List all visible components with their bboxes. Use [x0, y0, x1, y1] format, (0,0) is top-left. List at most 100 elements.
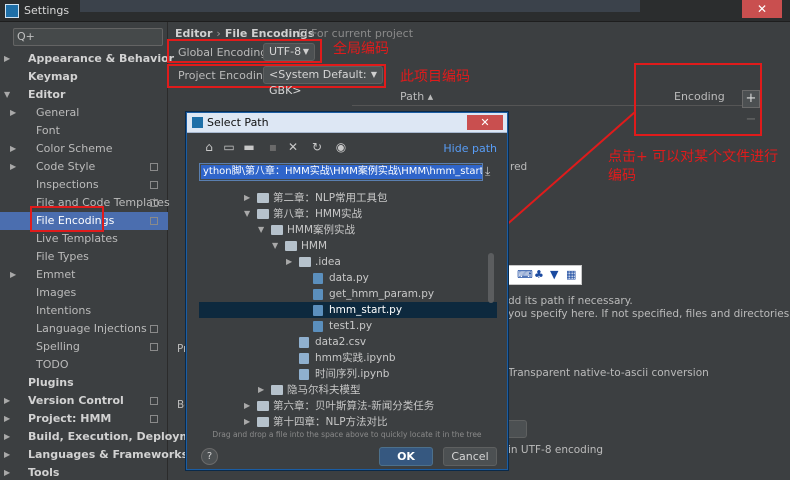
chevron-right-icon[interactable]: ▶ — [4, 392, 10, 410]
path-column-header[interactable]: Path ▴ — [400, 90, 433, 103]
chevron-down-icon[interactable]: ▼ — [244, 206, 250, 222]
file-tree-row[interactable]: hmm_start.py — [199, 302, 497, 318]
file-tree-label: data.py — [329, 272, 369, 284]
download-icon[interactable]: ⤓ — [485, 164, 490, 179]
project-encoding-select[interactable]: <System Default: GBK> ▼ — [263, 66, 383, 97]
chevron-right-icon[interactable]: ▶ — [244, 414, 250, 430]
sidebar-item-label: Version Control — [28, 394, 124, 407]
file-tree-row[interactable]: ▶ 第二章：NLP常用工具包 — [199, 190, 497, 206]
file-tree-row[interactable]: ▼ HMM — [199, 238, 497, 254]
ok-button[interactable]: OK — [379, 447, 433, 466]
folder-icon — [299, 257, 311, 267]
path-input[interactable]: ython脚\第八章：HMM实战\HMM案例实战\HMM\hmm_start.p… — [199, 163, 483, 181]
help-button[interactable]: ? — [201, 448, 218, 465]
sidebar-item[interactable]: Inspections — [0, 176, 168, 194]
chevron-right-icon[interactable]: ▶ — [4, 446, 10, 464]
chevron-right-icon[interactable]: ▶ — [244, 398, 250, 414]
chevron-right-icon[interactable]: ▶ — [258, 382, 264, 398]
refresh-icon[interactable]: ↻ — [309, 139, 325, 155]
chevron-down-icon[interactable]: ▼ — [258, 222, 264, 238]
file-tree-row[interactable]: data2.csv — [199, 334, 497, 350]
chevron-right-icon[interactable]: ▶ — [286, 254, 292, 270]
home-icon[interactable]: ⌂ — [201, 139, 217, 155]
sidebar-item[interactable]: ▶ General — [0, 104, 168, 122]
sidebar-item[interactable]: ▶ Version Control — [0, 392, 168, 410]
sidebar-item[interactable]: Live Templates — [0, 230, 168, 248]
file-tree-row[interactable]: ▶ 第六章：贝叶斯算法-新闻分类任务 — [199, 398, 497, 414]
project-scope-icon — [150, 415, 158, 423]
sidebar-item[interactable]: ▶ Emmet — [0, 266, 168, 284]
hide-path-link[interactable]: Hide path — [443, 142, 497, 155]
chevron-right-icon[interactable]: ▶ — [10, 140, 16, 158]
sidebar-item[interactable]: ▶ Color Scheme — [0, 140, 168, 158]
add-mapping-button[interactable]: + — [742, 90, 760, 108]
sidebar-item[interactable]: ▶ Tools — [0, 464, 168, 480]
folder-icon — [271, 225, 283, 235]
sidebar-item[interactable]: Language Injections — [0, 320, 168, 338]
global-encoding-select[interactable]: UTF-8 ▼ — [263, 43, 315, 61]
project-scope-icon — [150, 343, 158, 351]
chevron-right-icon[interactable]: ▶ — [244, 190, 250, 206]
sidebar-item[interactable]: Intentions — [0, 302, 168, 320]
settings-search-input[interactable]: Q+ — [13, 28, 163, 46]
ime-skin-icon[interactable]: ♣ — [534, 268, 544, 281]
dialog-close-button[interactable]: ✕ — [467, 115, 503, 130]
chevron-right-icon[interactable]: ▶ — [10, 266, 16, 284]
folder-icon — [285, 241, 297, 251]
window-close-button[interactable]: ✕ — [742, 0, 782, 18]
chevron-right-icon[interactable]: ▶ — [4, 428, 10, 446]
delete-icon[interactable]: ✕ — [285, 139, 301, 155]
sidebar-item[interactable]: Font — [0, 122, 168, 140]
file-tree-row[interactable]: data.py — [199, 270, 497, 286]
sidebar-item[interactable]: ▶ Build, Execution, Deployment — [0, 428, 211, 446]
chevron-down-icon[interactable]: ▼ — [272, 238, 278, 254]
sidebar-item[interactable]: ▼ Editor — [0, 86, 168, 104]
new-folder-icon[interactable]: ▪ — [265, 139, 281, 155]
background-window-tabs — [80, 0, 640, 12]
project-scope-icon — [299, 29, 307, 37]
remove-mapping-button[interactable]: − — [742, 112, 760, 127]
file-tree-row[interactable]: ▼ HMM案例实战 — [199, 222, 497, 238]
chevron-right-icon[interactable]: ▶ — [4, 410, 10, 428]
chevron-right-icon[interactable]: ▶ — [4, 50, 10, 68]
project-folder-icon[interactable]: ▬ — [241, 139, 257, 155]
show-hidden-icon[interactable]: ◉ — [333, 139, 349, 155]
file-tree-row[interactable]: ▶ .idea — [199, 254, 497, 270]
file-tree-scrollbar[interactable] — [488, 253, 494, 303]
chevron-right-icon[interactable]: ▶ — [10, 158, 16, 176]
file-tree-row[interactable]: get_hmm_param.py — [199, 286, 497, 302]
sidebar-item[interactable]: File Types — [0, 248, 168, 266]
file-tree-row[interactable]: hmm实践.ipynb — [199, 350, 497, 366]
sidebar-item[interactable]: Plugins — [0, 374, 168, 392]
chevron-down-icon[interactable]: ▼ — [4, 86, 10, 104]
dialog-app-icon — [192, 117, 203, 128]
chevron-right-icon[interactable]: ▶ — [4, 464, 10, 480]
sidebar-item-label: Language Injections — [36, 322, 147, 335]
sidebar-item[interactable]: TODO — [0, 356, 168, 374]
desktop-icon[interactable]: ▭ — [221, 139, 237, 155]
file-tree-row[interactable]: 时间序列.ipynb — [199, 366, 497, 382]
sidebar-item[interactable]: Spelling — [0, 338, 168, 356]
sidebar-item[interactable]: ▶ Languages & Frameworks — [0, 446, 188, 464]
ime-shirt-icon[interactable]: ▼ — [550, 268, 558, 281]
file-tree-row[interactable]: test1.py — [199, 318, 497, 334]
file-tree[interactable]: ▶ 第二章：NLP常用工具包 ▼ 第八章：HMM实战 ▼ HMM案例实战 ▼ HMM ▶ .ide… — [199, 185, 497, 433]
sidebar-item[interactable]: ▶ Appearance & Behavior — [0, 50, 174, 68]
file-tree-label: get_hmm_param.py — [329, 288, 435, 300]
file-tree-row[interactable]: ▶ 第十四章：NLP方法对比 — [199, 414, 497, 430]
sidebar-item[interactable]: ▶ Code Style — [0, 158, 168, 176]
chevron-right-icon[interactable]: ▶ — [10, 104, 16, 122]
file-tree-row[interactable]: ▼ 第八章：HMM实战 — [199, 206, 497, 222]
sidebar-item-label: Plugins — [28, 376, 74, 389]
ime-grid-icon[interactable]: ▦ — [566, 268, 576, 281]
sidebar-item[interactable]: ▶ Project: HMM — [0, 410, 168, 428]
ime-keyboard-icon[interactable]: ⌨ — [517, 268, 533, 281]
sidebar-item[interactable]: Images — [0, 284, 168, 302]
project-scope-icon — [150, 163, 158, 171]
file-tree-row[interactable]: ▶ 隐马尔科夫模型 — [199, 382, 497, 398]
sidebar-item[interactable]: Keymap — [0, 68, 168, 86]
project-scope-icon — [150, 325, 158, 333]
folder-icon — [257, 209, 269, 219]
python-file-icon — [313, 273, 323, 284]
cancel-button[interactable]: Cancel — [443, 447, 497, 466]
